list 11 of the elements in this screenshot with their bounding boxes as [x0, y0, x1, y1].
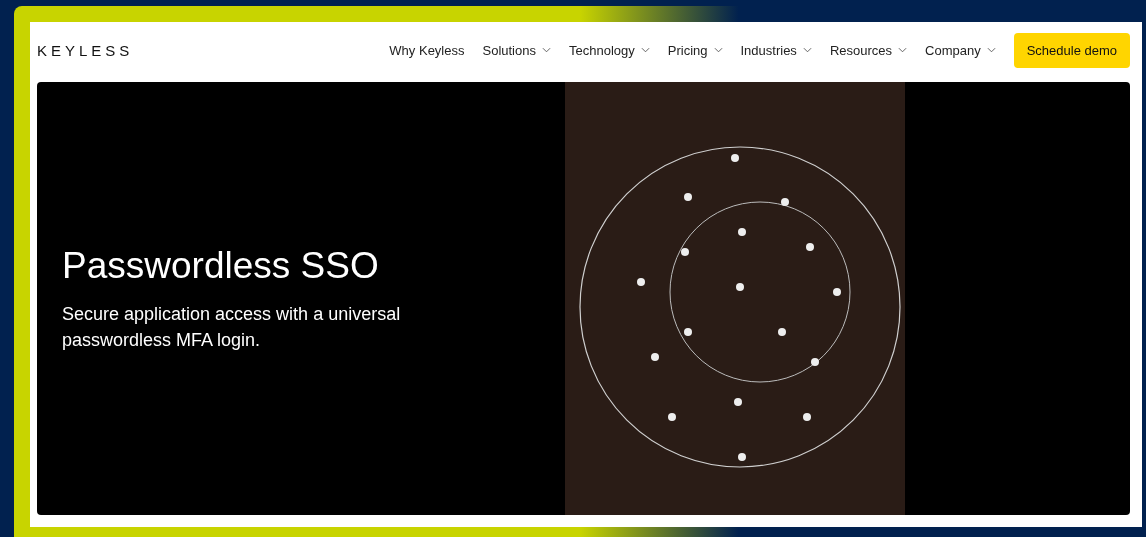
hero-title: Passwordless SSO [62, 244, 380, 287]
nav-link[interactable]: Resources [829, 42, 907, 58]
nav-link[interactable]: Why Keyless [389, 42, 465, 58]
schedule-demo-button[interactable]: Schedule demo [1013, 32, 1130, 68]
nav-link[interactable]: Pricing [667, 42, 723, 58]
nav-link[interactable]: Company [925, 42, 996, 58]
nav-link[interactable]: Industries [740, 42, 812, 58]
nav-link[interactable]: Solutions [482, 42, 551, 58]
nav-link[interactable]: Technology [568, 42, 650, 58]
logo[interactable]: KEYLESS [37, 41, 134, 59]
hero-subtitle: Secure application access with a universal passwordless MFA login. [62, 302, 402, 352]
